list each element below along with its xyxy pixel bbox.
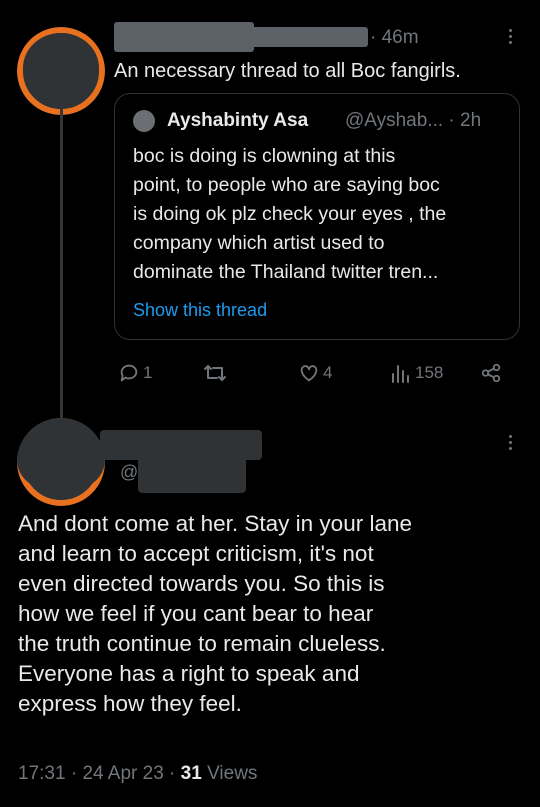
quoted-line: dominate the Thailand twitter tren... [133, 261, 439, 283]
reply-text: An necessary thread to all Boc fangirls. [114, 60, 461, 82]
views-icon [392, 365, 409, 383]
tweet-line: And dont come at her. Stay in your lane [18, 511, 412, 536]
tweet-meta: 17:31 · 24 Apr 23 · 31 Views [18, 763, 258, 784]
avatar[interactable] [17, 27, 105, 115]
retweet-button[interactable] [202, 361, 231, 385]
avatar-cover [23, 33, 99, 103]
quoted-author-name: Ayshabinty Asa [167, 110, 309, 131]
avatar[interactable] [17, 418, 105, 506]
views-count: 158 [415, 363, 444, 382]
like-button[interactable]: 4 [298, 361, 332, 385]
views-label: Views [207, 763, 258, 784]
quoted-handle-time: @Ayshab... · 2h [345, 110, 482, 131]
show-thread-link[interactable]: Show this thread [133, 300, 267, 321]
avatar-cover [17, 418, 105, 488]
tweet-text: And dont come at her. Stay in your lane … [18, 509, 523, 719]
tweet-line: how we feel if you cant bear to hear [18, 601, 374, 626]
quoted-line: boc is doing is clowning at this [133, 145, 396, 167]
share-button[interactable] [480, 361, 502, 385]
reply-count: 1 [143, 363, 153, 382]
tweet-time[interactable]: 17:31 [18, 763, 66, 784]
quoted-text: boc is doing is clowning at this point, … [133, 142, 513, 287]
reply-button[interactable]: 1 [118, 361, 152, 385]
quoted-tweet[interactable]: Ayshabinty Asa @Ayshab... · 2h boc is do… [114, 93, 520, 340]
reply-time-text: 46m [381, 27, 419, 48]
share-icon [481, 363, 501, 383]
quoted-avatar [133, 110, 155, 132]
retweet-icon [204, 365, 226, 381]
reply-time[interactable]: · 46m [370, 27, 419, 49]
main-handle[interactable]: @ [120, 462, 138, 483]
like-icon [300, 365, 318, 382]
redacted-name [114, 22, 254, 52]
more-icon[interactable] [509, 435, 513, 453]
quoted-line: is doing ok plz check your eyes , the [133, 203, 447, 225]
tweet-line: the truth continue to remain clueless. [18, 631, 386, 656]
redacted-handle [250, 27, 368, 47]
tweet-line: express how they feel. [18, 691, 242, 716]
quoted-line: point, to people who are saying boc [133, 174, 440, 196]
thread-line [60, 108, 63, 424]
more-icon[interactable] [509, 29, 513, 47]
views-number: 31 [180, 763, 202, 784]
tweet-line: even directed towards you. So this is [18, 571, 385, 596]
redacted-handle [138, 455, 246, 493]
tweet-line: Everyone has a right to speak and [18, 661, 360, 686]
handle-prefix: @ [120, 462, 139, 482]
quoted-line: company which artist used to [133, 232, 385, 254]
views-button[interactable]: 158 [390, 361, 443, 385]
like-count: 4 [323, 363, 333, 382]
tweet-date[interactable]: 24 Apr 23 [82, 763, 163, 784]
reply-icon [120, 364, 138, 382]
tweet-line: and learn to accept criticism, it's not [18, 541, 374, 566]
